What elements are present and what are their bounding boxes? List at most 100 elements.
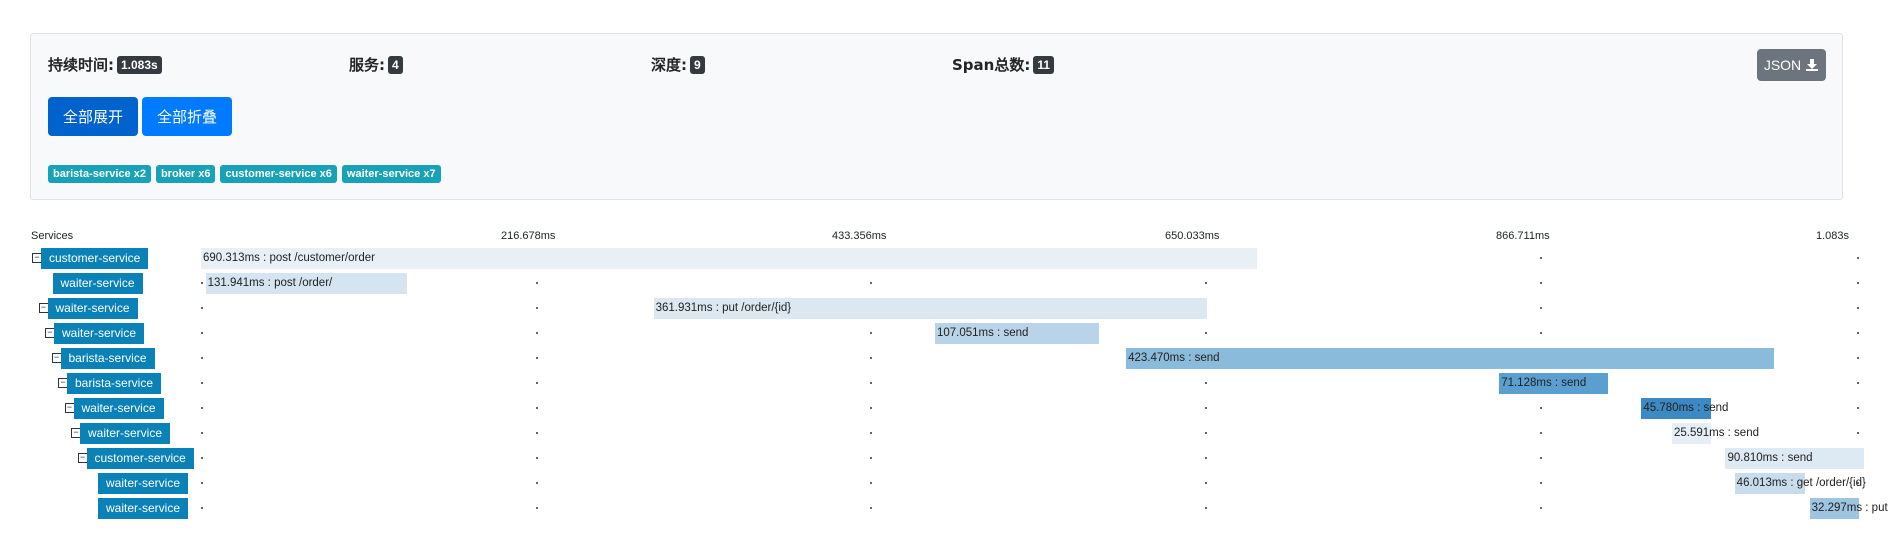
span-label: 46.013ms : get /order/{id} xyxy=(1736,477,1866,489)
duration-badge: 1.083s xyxy=(117,55,162,74)
grid-dot xyxy=(1540,257,1542,259)
collapse-all-button[interactable]: 全部折叠 xyxy=(142,97,232,136)
service-name-label[interactable]: waiter-service xyxy=(80,423,171,444)
span-row[interactable]: − customer-service 690.313ms : post /custo… xyxy=(0,246,1897,271)
tick-label: 433.356ms xyxy=(832,230,887,242)
grid-dot xyxy=(1540,282,1542,284)
service-tag: broker x6 xyxy=(155,165,216,183)
grid-dot xyxy=(536,307,538,309)
span-row[interactable]: − barista-service 423.470ms : send xyxy=(0,346,1897,371)
grid-dot xyxy=(1205,407,1207,409)
grid-dot xyxy=(1205,482,1207,484)
grid-dot xyxy=(1857,432,1859,434)
span-row[interactable]: waiter-service 131.941ms : post /order/ xyxy=(0,271,1897,296)
expand-all-button[interactable]: 全部展开 xyxy=(48,97,138,136)
span-label: 32.297ms : put xyxy=(1811,502,1888,514)
grid-dot xyxy=(1857,407,1859,409)
grid-dot xyxy=(536,357,538,359)
duration-label: 持续时间: xyxy=(48,56,114,74)
grid-dot xyxy=(870,282,872,284)
span-row[interactable]: waiter-service 46.013ms : get /order/{id} xyxy=(0,471,1897,496)
grid-dot xyxy=(1857,282,1859,284)
grid-dot xyxy=(1205,432,1207,434)
span-row[interactable]: − waiter-service 107.051ms : send xyxy=(0,321,1897,346)
service-name-label[interactable]: waiter-service xyxy=(47,298,138,319)
service-tag: waiter-service x7 xyxy=(341,165,441,183)
grid-dot xyxy=(1540,332,1542,334)
span-label: 131.941ms : post /order/ xyxy=(207,277,333,289)
service-tags: barista-service x2 broker x6 customer-serv… xyxy=(48,165,441,183)
span-row[interactable]: − waiter-service 45.780ms : send xyxy=(0,396,1897,421)
tick-label: 650.033ms xyxy=(1165,230,1220,242)
grid-dot xyxy=(201,407,203,409)
grid-dot xyxy=(536,282,538,284)
grid-dot xyxy=(1857,307,1859,309)
grid-dot xyxy=(870,407,872,409)
span-count-stat: Span总数: 11 xyxy=(952,54,1055,75)
services-count-label: 服务: xyxy=(349,56,385,74)
grid-dot xyxy=(870,332,872,334)
service-name-label[interactable]: customer-service xyxy=(86,448,194,469)
grid-dot xyxy=(201,457,203,459)
grid-dot xyxy=(870,482,872,484)
span-row[interactable]: − barista-service 71.128ms : send xyxy=(0,371,1897,396)
grid-dot xyxy=(201,382,203,384)
span-label: 690.313ms : post /customer/order xyxy=(203,252,375,264)
services-stat: 服务: 4 xyxy=(349,54,403,75)
grid-dot xyxy=(1205,282,1207,284)
span-label: 423.470ms : send xyxy=(1128,352,1220,364)
services-count-badge: 4 xyxy=(388,55,403,74)
grid-dot xyxy=(201,432,203,434)
service-name-label[interactable]: waiter-service xyxy=(73,398,164,419)
grid-dot xyxy=(1205,382,1207,384)
grid-dot xyxy=(201,282,203,284)
duration-stat: 持续时间: 1.083s xyxy=(48,54,162,75)
tick-label: 866.711ms xyxy=(1496,230,1550,242)
grid-dot xyxy=(536,457,538,459)
service-tag: barista-service x2 xyxy=(48,165,151,183)
service-name-label[interactable]: waiter-service xyxy=(52,273,143,294)
json-download-button[interactable]: JSON xyxy=(1757,49,1826,81)
grid-dot xyxy=(536,432,538,434)
service-name-label[interactable]: barista-service xyxy=(60,348,155,369)
grid-dot xyxy=(536,407,538,409)
depth-label: 深度: xyxy=(651,56,687,74)
grid-dot xyxy=(870,432,872,434)
json-button-label: JSON xyxy=(1763,57,1802,73)
tick-label: 216.678ms xyxy=(501,230,556,242)
depth-badge: 9 xyxy=(690,55,705,74)
span-row[interactable]: − waiter-service 25.591ms : send xyxy=(0,421,1897,446)
grid-dot xyxy=(1205,507,1207,509)
service-name-label[interactable]: barista-service xyxy=(67,373,162,394)
download-icon xyxy=(1806,59,1819,71)
grid-dot xyxy=(1857,332,1859,334)
span-duration-bar[interactable] xyxy=(1126,348,1774,369)
span-label: 45.780ms : send xyxy=(1643,402,1729,414)
grid-dot xyxy=(536,482,538,484)
grid-dot xyxy=(1540,457,1542,459)
span-row[interactable]: waiter-service 32.297ms : put xyxy=(0,496,1897,521)
service-name-label[interactable]: waiter-service xyxy=(98,498,189,519)
grid-dot xyxy=(201,482,203,484)
grid-dot xyxy=(536,332,538,334)
service-tag: customer-service x6 xyxy=(220,165,337,183)
service-name-label[interactable]: waiter-service xyxy=(54,323,145,344)
grid-dot xyxy=(870,457,872,459)
grid-dot xyxy=(1205,457,1207,459)
span-label: 107.051ms : send xyxy=(936,327,1029,339)
span-row[interactable]: − waiter-service 361.931ms : put /order/{i… xyxy=(0,296,1897,321)
grid-dot xyxy=(870,357,872,359)
service-name-label[interactable]: customer-service xyxy=(41,248,149,269)
span-label: 71.128ms : send xyxy=(1501,377,1587,389)
span-label: 90.810ms : send xyxy=(1727,452,1813,464)
span-row[interactable]: − customer-service 90.810ms : send xyxy=(0,446,1897,471)
grid-dot xyxy=(1540,482,1542,484)
grid-dot xyxy=(870,382,872,384)
service-name-label[interactable]: waiter-service xyxy=(98,473,189,494)
services-column-header: Services xyxy=(31,230,74,242)
grid-dot xyxy=(1857,357,1859,359)
grid-dot xyxy=(536,382,538,384)
trace-summary-card: 持续时间: 1.083s 服务: 4 深度: 9 Span总数: 11 JSON… xyxy=(30,33,1843,200)
grid-dot xyxy=(1205,332,1207,334)
span-count-badge: 11 xyxy=(1033,55,1055,74)
